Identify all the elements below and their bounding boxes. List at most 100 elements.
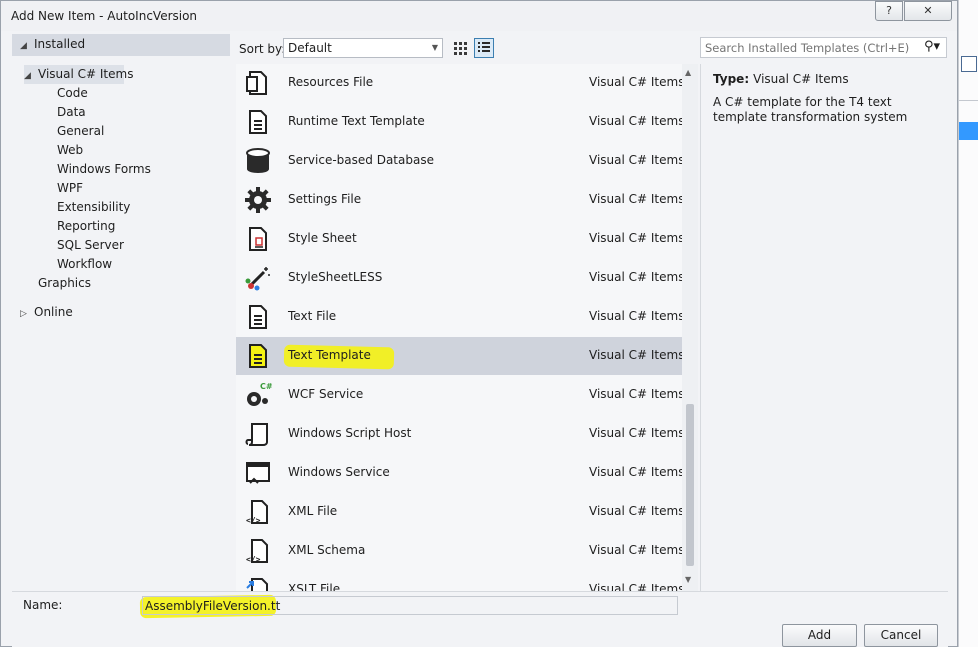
template-name: XML Schema xyxy=(288,543,366,557)
sort-by-label: Sort by: xyxy=(239,42,286,56)
background-selection xyxy=(959,122,978,140)
scroll-down-icon[interactable]: ▼ xyxy=(685,575,691,584)
template-name: Windows Script Host xyxy=(288,426,412,440)
help-button[interactable]: ? xyxy=(875,1,903,21)
background-divider xyxy=(959,100,978,101)
list-item[interactable]: Settings File Visual C# Items xyxy=(236,181,682,219)
list-item[interactable]: Runtime Text Template Visual C# Items xyxy=(236,103,682,141)
medium-icons-view-button[interactable] xyxy=(450,38,470,58)
tree-node-wpf[interactable]: WPF xyxy=(57,179,83,198)
collapse-arrow-icon[interactable]: ◢ xyxy=(24,67,38,86)
template-name: XML File xyxy=(288,504,338,518)
template-category: Visual C# Items xyxy=(589,231,682,245)
template-type: Type: Visual C# Items xyxy=(713,72,849,86)
template-category: Visual C# Items xyxy=(589,309,682,323)
name-field[interactable] xyxy=(142,596,678,615)
sort-by-select[interactable]: Default ▼ xyxy=(283,38,443,58)
chevron-down-icon: ▼ xyxy=(431,43,438,52)
template-category: Visual C# Items xyxy=(589,543,682,557)
template-category: Visual C# Items xyxy=(589,75,682,89)
template-name: Service-based Database xyxy=(288,153,434,167)
template-category: Visual C# Items xyxy=(589,192,682,206)
list-item-selected[interactable]: Text Template Visual C# Items xyxy=(236,337,682,375)
template-category: Visual C# Items xyxy=(589,465,682,479)
grid-view-icon xyxy=(454,42,467,55)
name-label: Name: xyxy=(23,598,63,612)
list-item[interactable]: Windows Service Visual C# Items xyxy=(236,454,682,492)
template-category: Visual C# Items xyxy=(589,270,682,284)
template-category: Visual C# Items xyxy=(589,348,682,362)
svg-text:</>: </> xyxy=(246,555,261,564)
list-item[interactable]: Service-based Database Visual C# Items xyxy=(236,142,682,180)
template-name: Resources File xyxy=(288,75,374,89)
text-file-icon xyxy=(249,305,267,329)
xml-file-icon: </> xyxy=(246,500,268,525)
list-item[interactable]: Style Sheet Visual C# Items xyxy=(236,220,682,258)
template-name: Text Template xyxy=(288,348,371,362)
template-category: Visual C# Items xyxy=(589,426,682,440)
template-name: Runtime Text Template xyxy=(288,114,425,128)
scrollbar-thumb[interactable] xyxy=(686,404,694,566)
template-category: Visual C# Items xyxy=(589,114,682,128)
template-name: StyleSheetLESS xyxy=(288,270,383,284)
template-category: Visual C# Items xyxy=(589,153,682,167)
tree-node-label: Installed xyxy=(34,37,86,51)
xml-schema-icon: </> xyxy=(246,539,268,564)
search-icon[interactable]: ⚲▾ xyxy=(924,39,940,54)
svg-text:C#: C# xyxy=(260,382,272,391)
list-item[interactable]: C# WCF Service Visual C# Items xyxy=(236,376,682,414)
template-name: WCF Service xyxy=(288,387,364,401)
template-details-panel: Type: Visual C# Items A C# template for t… xyxy=(700,64,948,591)
tree-node-sql-server[interactable]: SQL Server xyxy=(57,236,124,255)
expand-arrow-icon[interactable]: ▷ xyxy=(20,305,34,324)
tree-node-data[interactable]: Data xyxy=(57,103,86,122)
search-box[interactable]: ⚲▾ xyxy=(700,37,947,58)
xslt-file-icon xyxy=(246,578,268,591)
template-name: Style Sheet xyxy=(288,231,357,245)
template-category: Visual C# Items xyxy=(589,387,682,401)
template-name: Text File xyxy=(288,309,337,323)
window-title: Add New Item - AutoIncVersion xyxy=(11,9,198,23)
search-input[interactable] xyxy=(705,40,915,56)
add-button[interactable]: Add xyxy=(782,624,857,647)
template-description: A C# template for the T4 text template t… xyxy=(713,95,908,124)
stylesheet-icon xyxy=(249,227,267,251)
cancel-button[interactable]: Cancel xyxy=(864,624,938,647)
type-label: Type: xyxy=(713,72,750,86)
scroll-up-icon[interactable]: ▲ xyxy=(685,68,691,77)
type-value: Visual C# Items xyxy=(753,72,849,86)
tree-node-online[interactable]: ▷ Online xyxy=(20,303,73,322)
list-item[interactable]: StyleSheetLESS Visual C# Items xyxy=(236,259,682,297)
template-list-scrollbar[interactable]: ▲ ▼ xyxy=(682,64,698,591)
text-template-icon xyxy=(249,344,267,368)
collapse-arrow-icon[interactable]: ◢ xyxy=(20,37,34,56)
template-name: Windows Service xyxy=(288,465,390,479)
close-button[interactable]: ✕ xyxy=(904,1,952,21)
list-item[interactable]: </> XML Schema Visual C# Items xyxy=(236,532,682,570)
tree-node-general[interactable]: General xyxy=(57,122,104,141)
tree-node-web[interactable]: Web xyxy=(57,141,83,160)
tree-node-reporting[interactable]: Reporting xyxy=(57,217,115,236)
template-category: Visual C# Items xyxy=(589,582,682,591)
tree-node-visual-cs-items[interactable]: ◢ Visual C# Items xyxy=(24,65,133,86)
list-view-icon xyxy=(478,42,490,52)
list-item[interactable]: </> XML File Visual C# Items xyxy=(236,493,682,531)
tree-node-windows-forms[interactable]: Windows Forms xyxy=(57,160,151,179)
tree-node-workflow[interactable]: Workflow xyxy=(57,255,112,274)
list-item[interactable]: Resources File Visual C# Items xyxy=(236,64,682,102)
tree-node-installed[interactable]: ◢ Installed xyxy=(20,35,85,54)
name-input[interactable] xyxy=(145,598,665,613)
tree-node-graphics[interactable]: Graphics xyxy=(38,274,91,293)
windows-service-icon xyxy=(246,462,270,484)
background-icon xyxy=(961,56,977,72)
tree-node-extensibility[interactable]: Extensibility xyxy=(57,198,130,217)
tree-node-code[interactable]: Code xyxy=(57,84,88,103)
list-item[interactable]: XSLT File Visual C# Items xyxy=(236,571,682,591)
list-item[interactable]: Windows Script Host Visual C# Items xyxy=(236,415,682,453)
svg-text:</>: </> xyxy=(246,516,261,525)
template-name: Settings File xyxy=(288,192,362,206)
text-doc-icon xyxy=(249,110,267,134)
small-icons-view-button[interactable] xyxy=(474,38,494,58)
list-item[interactable]: Text File Visual C# Items xyxy=(236,298,682,336)
template-name: XSLT File xyxy=(288,582,341,591)
